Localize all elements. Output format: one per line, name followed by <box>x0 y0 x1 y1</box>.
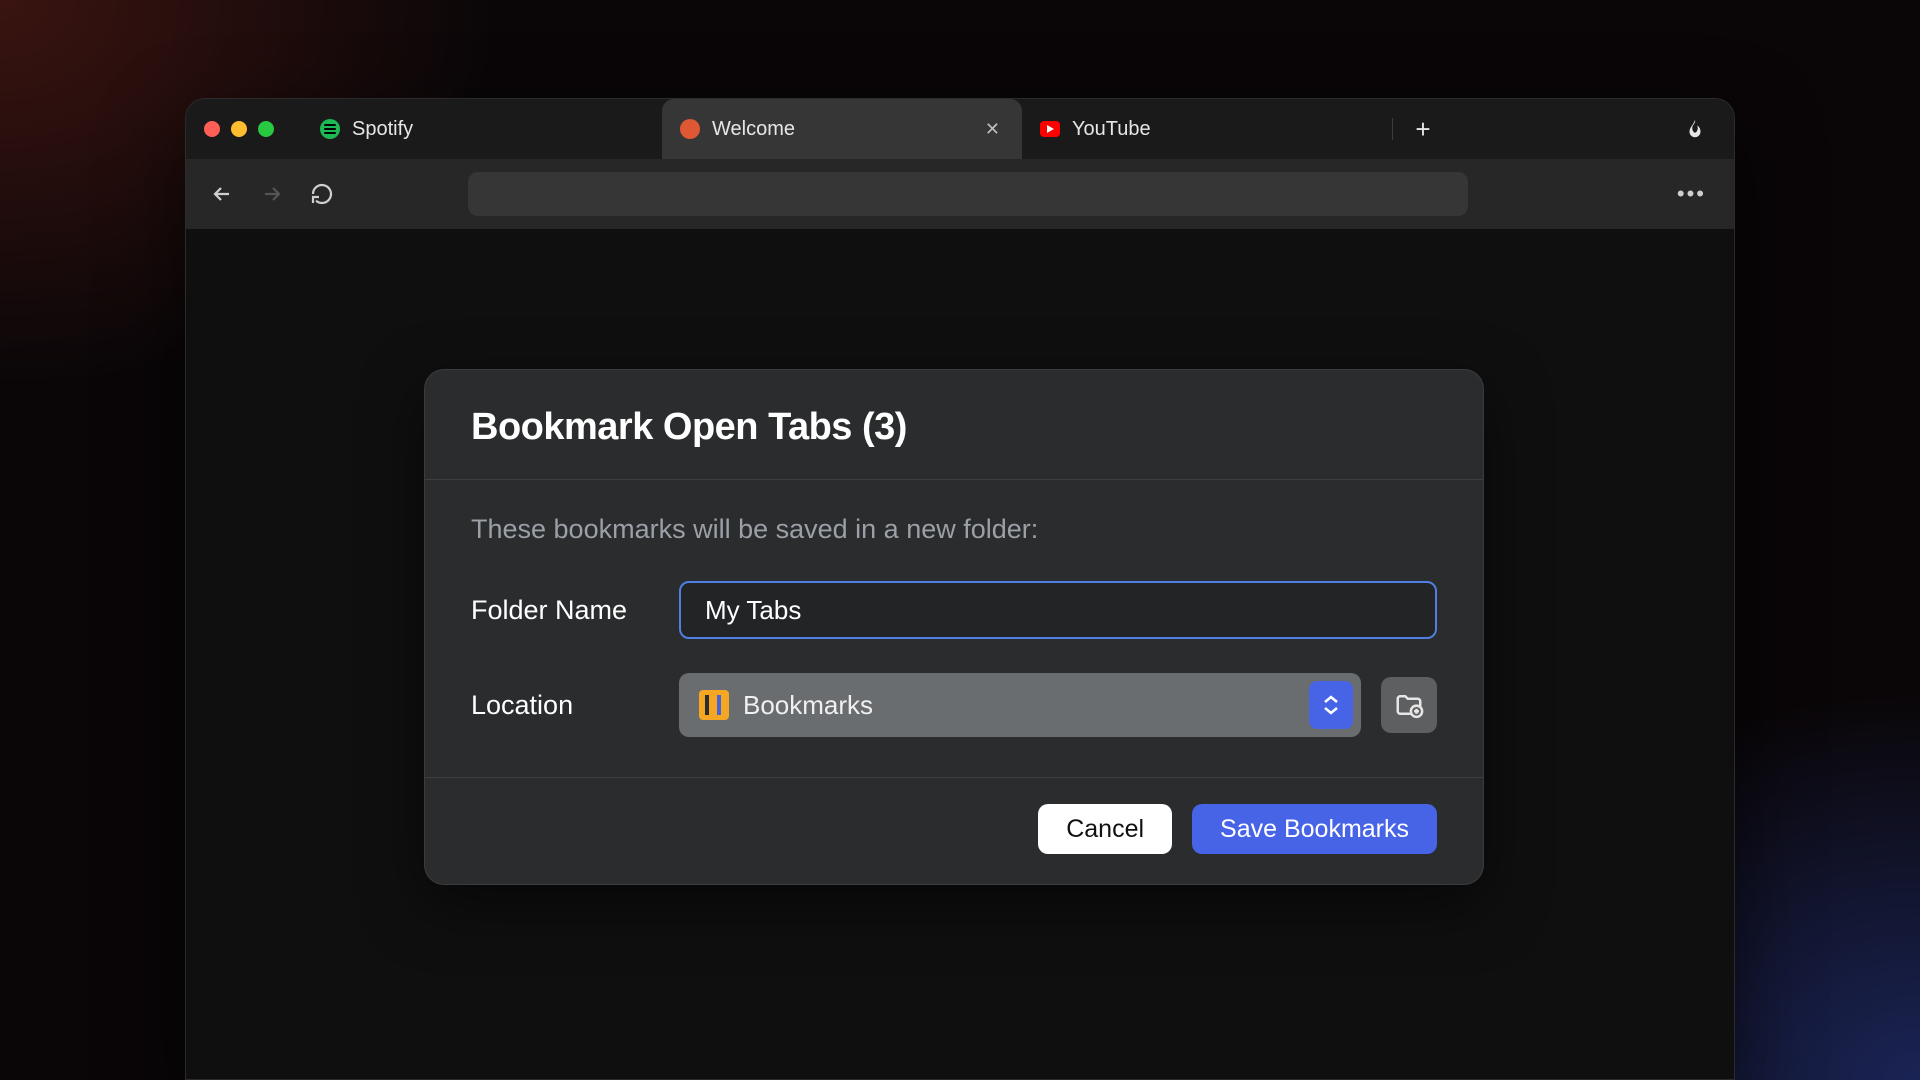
location-row: Location Bookmarks <box>471 673 1437 737</box>
content-area: Bookmark Open Tabs (3) These bookmarks w… <box>186 229 1734 1079</box>
arrow-right-icon <box>260 182 284 206</box>
duckduckgo-icon <box>680 119 700 139</box>
location-select[interactable]: Bookmarks <box>679 673 1361 737</box>
fire-button[interactable] <box>1674 118 1716 140</box>
chevron-down-icon <box>1323 706 1339 715</box>
overflow-menu-button[interactable]: ••• <box>1671 175 1712 213</box>
dialog-footer: Cancel Save Bookmarks <box>425 777 1483 884</box>
select-chevron-icon <box>1309 681 1353 729</box>
save-bookmarks-button[interactable]: Save Bookmarks <box>1192 804 1437 854</box>
cancel-button[interactable]: Cancel <box>1038 804 1172 854</box>
spotify-icon <box>320 119 340 139</box>
tab-label: Spotify <box>352 118 413 141</box>
location-controls: Bookmarks <box>679 673 1437 737</box>
forward-button[interactable] <box>258 180 286 208</box>
location-label: Location <box>471 690 679 721</box>
close-tab-icon[interactable]: ✕ <box>981 115 1004 144</box>
tab-label: Welcome <box>712 118 795 141</box>
more-icon: ••• <box>1677 181 1706 206</box>
back-button[interactable] <box>208 180 236 208</box>
tab-label: YouTube <box>1072 118 1151 141</box>
bookmarks-folder-icon <box>699 690 729 720</box>
bookmark-dialog: Bookmark Open Tabs (3) These bookmarks w… <box>424 369 1484 885</box>
tab-spotify[interactable]: Spotify <box>302 99 662 159</box>
tab-bar: Spotify Welcome ✕ YouTube + <box>186 99 1734 159</box>
arrow-left-icon <box>210 182 234 206</box>
folder-plus-icon <box>1394 690 1424 720</box>
dialog-title: Bookmark Open Tabs (3) <box>471 406 1437 449</box>
minimize-window-button[interactable] <box>231 121 247 137</box>
reload-button[interactable] <box>308 180 336 208</box>
dialog-header: Bookmark Open Tabs (3) <box>425 370 1483 480</box>
window-controls <box>204 121 274 137</box>
dialog-body: These bookmarks will be saved in a new f… <box>425 480 1483 777</box>
reload-icon <box>310 182 334 206</box>
location-value: Bookmarks <box>743 690 873 721</box>
tab-separator <box>1392 118 1393 140</box>
new-folder-button[interactable] <box>1381 677 1437 733</box>
tab-welcome[interactable]: Welcome ✕ <box>662 99 1022 159</box>
dialog-description: These bookmarks will be saved in a new f… <box>471 514 1437 545</box>
toolbar: ••• <box>186 159 1734 229</box>
browser-window: Spotify Welcome ✕ YouTube + <box>185 98 1735 1080</box>
folder-name-label: Folder Name <box>471 595 679 626</box>
tabs: Spotify Welcome ✕ YouTube + <box>302 99 1674 159</box>
youtube-icon <box>1040 119 1060 139</box>
address-bar[interactable] <box>468 172 1468 216</box>
folder-name-input[interactable] <box>679 581 1437 639</box>
chevron-up-icon <box>1323 695 1339 704</box>
tab-youtube[interactable]: YouTube <box>1022 99 1382 159</box>
fire-icon <box>1684 118 1706 140</box>
folder-name-row: Folder Name <box>471 581 1437 639</box>
new-tab-button[interactable]: + <box>1403 99 1443 159</box>
close-window-button[interactable] <box>204 121 220 137</box>
maximize-window-button[interactable] <box>258 121 274 137</box>
